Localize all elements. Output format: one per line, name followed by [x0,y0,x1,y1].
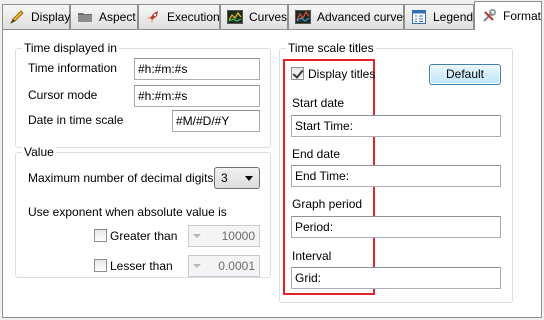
interval-label: Interval [292,249,332,263]
lesser-than-field[interactable]: 0.0001 [188,255,260,277]
lesser-than-value: 0.0001 [218,259,255,273]
value-group: Value Maximum number of decimal digits 3… [15,145,271,278]
start-date-field[interactable]: Start Time: [291,115,501,137]
cursor-mode-label: Cursor mode [28,88,98,102]
tab-execution-label: Execution [167,10,220,24]
end-date-label: End date [292,147,341,161]
graph-period-field[interactable]: Period: [291,216,501,238]
tab-format[interactable]: Format [474,1,542,30]
graph-period-label: Graph period [292,197,363,211]
time-information-label: Time information [28,61,117,75]
pencil-icon [9,9,25,25]
tab-curves-label: Curves [249,10,288,24]
format-panel: Time displayed in Time information #h:#m… [2,29,542,318]
lesser-than-label: Lesser than [110,259,173,273]
tab-curves[interactable]: Curves [220,4,288,29]
tab-advanced-curves[interactable]: Advanced curves [288,4,409,29]
tab-legend[interactable]: Legend [404,4,474,29]
exponent-label: Use exponent when absolute value is [28,205,227,219]
end-date-field[interactable]: End Time: [291,165,501,187]
rocket-icon [145,9,161,25]
chevron-down-icon [245,176,253,181]
value-title: Value [22,145,56,159]
curves-chart-icon [227,9,243,25]
tab-execution[interactable]: Execution [138,4,220,29]
greater-than-value: 10000 [221,229,255,243]
time-displayed-title: Time displayed in [22,41,119,55]
tools-icon [481,8,497,24]
greater-than-checkbox[interactable] [94,229,107,242]
tab-format-label: Format [503,9,542,23]
default-button[interactable]: Default [429,64,501,85]
tab-legend-label: Legend [433,10,474,24]
folder-icon [77,9,93,25]
display-titles-label: Display titles [308,67,376,81]
display-titles-checkbox[interactable] [291,67,304,80]
tab-aspect-label: Aspect [99,10,136,24]
tab-display[interactable]: Display [2,4,70,29]
tab-display-label: Display [31,10,71,24]
start-date-label: Start date [292,96,345,110]
decimal-digits-label: Maximum number of decimal digits [28,171,214,185]
tab-advanced-curves-label: Advanced curves [317,10,410,24]
date-in-time-scale-field[interactable]: #M/#D/#Y [172,110,260,132]
advanced-curves-chart-icon [295,9,311,25]
decimal-digits-select[interactable]: 3 [214,167,260,189]
lesser-than-checkbox[interactable] [94,259,107,272]
date-in-time-scale-label: Date in time scale [28,113,124,127]
spin-down-icon [193,234,201,238]
decimal-digits-value: 3 [221,171,228,185]
spin-down-icon [193,264,201,268]
legend-grid-icon [411,9,427,25]
tab-aspect[interactable]: Aspect [70,4,138,29]
interval-field[interactable]: Grid: [291,267,501,289]
cursor-mode-field[interactable]: #h:#m:#s [134,85,260,107]
tab-strip: Display Aspect Execution Curves Advanced… [0,0,544,30]
time-information-field[interactable]: #h:#m:#s [134,58,260,80]
time-displayed-group: Time displayed in Time information #h:#m… [15,41,271,148]
greater-than-label: Greater than [110,229,178,243]
time-scale-titles-title: Time scale titles [286,41,376,55]
greater-than-field[interactable]: 10000 [188,225,260,247]
